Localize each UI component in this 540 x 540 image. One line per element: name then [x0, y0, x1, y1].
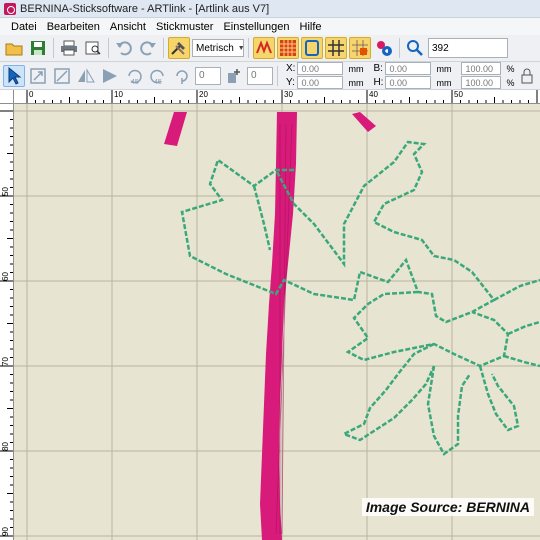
menu-ansicht[interactable]: Ansicht: [105, 21, 151, 33]
skew-icon[interactable]: [51, 65, 73, 87]
ruler-top-label-20: 20: [199, 90, 208, 99]
app-icon: [4, 2, 16, 15]
units-value: Metrisch: [196, 42, 234, 54]
toolbar-separator: [248, 38, 249, 58]
menu-datei[interactable]: Datei: [6, 21, 42, 33]
count-value: 0: [251, 70, 257, 81]
b-label: B:: [373, 63, 383, 74]
ruler-corner: [0, 90, 14, 104]
scale-b-input[interactable]: 100.00: [461, 62, 502, 75]
ruler-horizontal: 0 10 20 30 40 50: [14, 90, 540, 104]
ruler-left-label-60: 60: [1, 272, 10, 281]
stem-stitches: [164, 112, 376, 540]
h-label: H:: [373, 77, 384, 88]
h-input[interactable]: 0.00: [385, 76, 432, 89]
scale-b-unit: %: [506, 63, 515, 74]
main-toolbar: Metrisch ▼ 392: [0, 35, 540, 62]
save-icon[interactable]: [27, 37, 49, 59]
toolbar-separator: [399, 38, 400, 58]
angle-value: 0: [199, 70, 205, 81]
ruler-left-label-50: 50: [1, 187, 10, 196]
zoom-value: 392: [432, 42, 449, 54]
zoom-icon[interactable]: [404, 37, 426, 59]
y-input[interactable]: 0.00: [297, 76, 344, 89]
stitch-red-icon[interactable]: [253, 37, 275, 59]
select-arrow-icon[interactable]: [3, 64, 25, 87]
y-label: Y:: [286, 77, 295, 88]
fill-pattern-icon[interactable]: [277, 37, 299, 59]
frame-icon[interactable]: [301, 37, 323, 59]
ruler-top-label-10: 10: [114, 90, 123, 99]
design-canvas[interactable]: Image Source: BERNINA: [14, 104, 540, 540]
x-input[interactable]: 0.00: [297, 62, 344, 75]
menu-stickmuster[interactable]: Stickmuster: [151, 21, 218, 33]
ruler-top-label-50: 50: [454, 90, 463, 99]
ruler-vertical-ticks: [0, 110, 13, 537]
rotate-left-45-icon[interactable]: 45: [123, 65, 145, 87]
units-select[interactable]: Metrisch ▼: [192, 39, 245, 57]
lock-proportions-icon[interactable]: [518, 67, 536, 85]
print-icon[interactable]: [58, 37, 80, 59]
h-unit: mm: [436, 77, 452, 88]
scale-h-input[interactable]: 100.00: [461, 76, 502, 89]
toolbar-separator: [163, 38, 164, 58]
open-folder-icon[interactable]: [3, 37, 25, 59]
x-unit: mm: [348, 63, 364, 74]
toolbar-separator: [108, 38, 109, 58]
b-unit: mm: [436, 63, 452, 74]
ruler-top-label-0: 0: [29, 90, 34, 99]
rotate-free-icon[interactable]: [171, 65, 193, 87]
b-input[interactable]: 0.00: [385, 62, 432, 75]
toolbar-separator: [53, 38, 54, 58]
size-fields: B: 0.00 mm H: 0.00 mm: [369, 62, 451, 89]
menu-bar: Datei Bearbeiten Ansicht Stickmuster Ein…: [0, 18, 540, 35]
svg-text:45: 45: [131, 79, 139, 85]
window-title: BERNINA-Sticksoftware - ARTlink - [Artli…: [20, 2, 270, 15]
x-label: X:: [286, 63, 296, 74]
menu-bearbeiten[interactable]: Bearbeiten: [42, 21, 105, 33]
duplicate-icon[interactable]: [223, 65, 245, 87]
title-bar: BERNINA-Sticksoftware - ARTlink - [Artli…: [0, 0, 540, 18]
rotate-right-45-icon[interactable]: 45: [147, 65, 169, 87]
print-preview-icon[interactable]: [82, 37, 104, 59]
grid-icon[interactable]: [325, 37, 347, 59]
position-fields: X: 0.00 mm Y: 0.00 mm: [282, 62, 363, 89]
ruler-top-label-40: 40: [369, 90, 378, 99]
angle-field[interactable]: 0: [195, 66, 221, 85]
ruler-left-label-90: 90: [1, 527, 10, 536]
undo-icon[interactable]: [113, 37, 135, 59]
ruler-vertical: 50 60 70 80 90: [0, 104, 14, 540]
y-unit: mm: [348, 77, 364, 88]
ruler-top-label-30: 30: [284, 90, 293, 99]
ruler-left-label-80: 80: [1, 442, 10, 451]
menu-hilfe[interactable]: Hilfe: [295, 21, 327, 33]
mirror-vertical-icon[interactable]: [99, 65, 121, 87]
grid-points-icon[interactable]: [349, 37, 371, 59]
svg-text:45: 45: [154, 79, 162, 85]
image-source-caption: Image Source: BERNINA: [361, 498, 534, 516]
design-info-icon[interactable]: [373, 37, 395, 59]
ruler-left-label-70: 70: [1, 357, 10, 366]
mirror-horizontal-icon[interactable]: [75, 65, 97, 87]
chevron-down-icon: ▼: [237, 44, 245, 52]
zoom-select[interactable]: 392: [428, 38, 508, 58]
scale-h-unit: %: [506, 77, 515, 88]
resize-icon[interactable]: [27, 65, 49, 87]
count-field[interactable]: 0: [247, 66, 273, 85]
scale-fields: 100.00 % 100.00 %: [459, 62, 514, 89]
menu-einstellungen[interactable]: Einstellungen: [218, 21, 294, 33]
flower-outline: [180, 140, 540, 456]
redo-icon[interactable]: [137, 37, 159, 59]
design-artwork: [14, 104, 540, 540]
tools-icon[interactable]: [168, 37, 190, 59]
toolbar-separator: [277, 65, 278, 86]
edit-toolbar: 45 45 0 0 X: 0.00 mm Y: 0.00 mm B: 0.00 …: [0, 62, 540, 90]
